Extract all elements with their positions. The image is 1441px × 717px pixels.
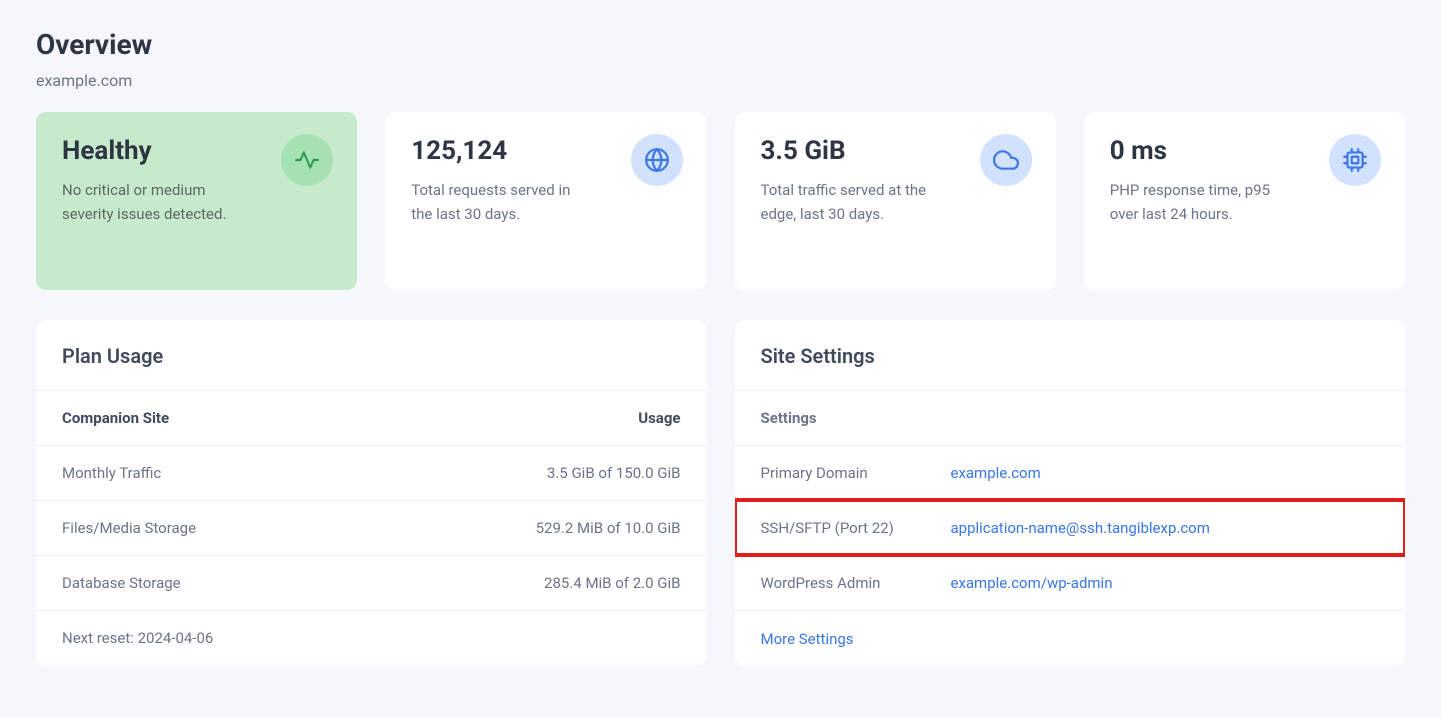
plan-usage-row-value: 529.2 MiB of 10.0 GiB [536, 519, 681, 537]
php-card: 0 ms PHP response time, p95 over last 24… [1084, 112, 1405, 290]
wp-admin-link[interactable]: example.com/wp-admin [951, 574, 1113, 592]
health-card: Healthy No critical or medium severity i… [36, 112, 357, 290]
cloud-icon [980, 134, 1032, 186]
plan-usage-row: Files/Media Storage 529.2 MiB of 10.0 Gi… [36, 500, 707, 555]
more-settings-link[interactable]: More Settings [761, 630, 854, 648]
plan-usage-row-label: Database Storage [62, 574, 181, 592]
globe-icon [631, 134, 683, 186]
plan-usage-row: Database Storage 285.4 MiB of 2.0 GiB [36, 555, 707, 610]
settings-row-primary-domain: Primary Domain example.com [735, 445, 1406, 500]
settings-row-label: WordPress Admin [761, 574, 951, 592]
traffic-card: 3.5 GiB Total traffic served at the edge… [735, 112, 1056, 290]
requests-desc: Total requests served in the last 30 day… [411, 178, 591, 226]
site-settings-title: Site Settings [735, 320, 1406, 390]
plan-usage-panel: Plan Usage Companion Site Usage Monthly … [36, 320, 707, 666]
plan-usage-col-left: Companion Site [62, 409, 169, 427]
health-status-desc: No critical or medium severity issues de… [62, 178, 242, 226]
primary-domain-link[interactable]: example.com [951, 464, 1041, 482]
plan-usage-reset: Next reset: 2024-04-06 [36, 610, 707, 665]
settings-row-ssh: SSH/SFTP (Port 22) application-name@ssh.… [735, 500, 1406, 555]
pulse-icon [281, 134, 333, 186]
page-title: Overview [36, 28, 1405, 61]
plan-usage-row-label: Monthly Traffic [62, 464, 161, 482]
settings-col-header: Settings [761, 409, 951, 427]
plan-usage-col-right: Usage [638, 409, 680, 427]
plan-usage-row-value: 285.4 MiB of 2.0 GiB [544, 574, 680, 592]
settings-row-label: SSH/SFTP (Port 22) [761, 519, 951, 537]
plan-usage-row-value: 3.5 GiB of 150.0 GiB [547, 464, 681, 482]
site-settings-panel: Site Settings Settings Primary Domain ex… [735, 320, 1406, 666]
requests-card: 125,124 Total requests served in the las… [385, 112, 706, 290]
next-reset-text: Next reset: 2024-04-06 [62, 629, 213, 647]
ssh-sftp-link[interactable]: application-name@ssh.tangiblexp.com [951, 519, 1210, 537]
php-desc: PHP response time, p95 over last 24 hour… [1110, 178, 1290, 226]
plan-usage-row-label: Files/Media Storage [62, 519, 196, 537]
plan-usage-row: Monthly Traffic 3.5 GiB of 150.0 GiB [36, 445, 707, 500]
settings-row-wp-admin: WordPress Admin example.com/wp-admin [735, 555, 1406, 610]
cpu-icon [1329, 134, 1381, 186]
plan-usage-title: Plan Usage [36, 320, 707, 390]
settings-row-label: Primary Domain [761, 464, 951, 482]
traffic-desc: Total traffic served at the edge, last 3… [761, 178, 941, 226]
site-domain: example.com [36, 71, 1405, 90]
